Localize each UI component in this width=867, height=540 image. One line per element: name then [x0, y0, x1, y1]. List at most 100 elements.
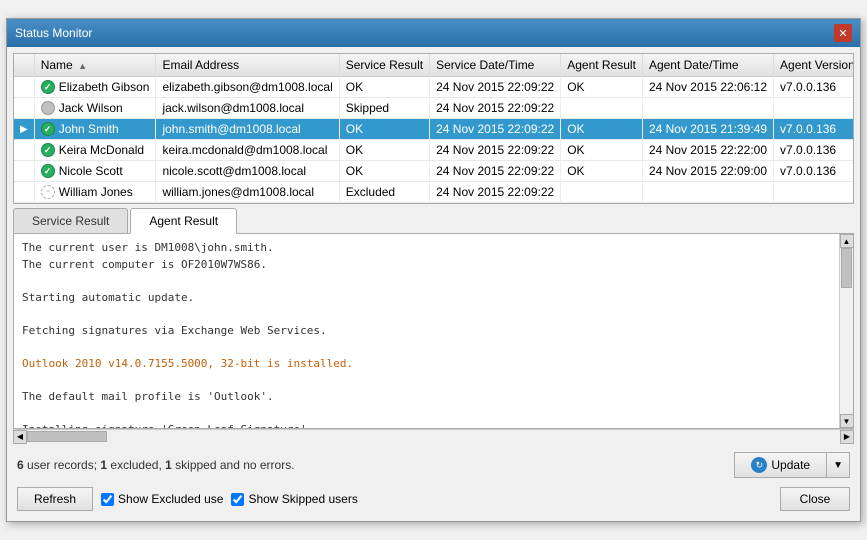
row-arrow	[14, 140, 34, 161]
users-table: Name ▲ Email Address Service Result Serv…	[14, 54, 854, 203]
update-icon: ↻	[751, 457, 767, 473]
scrollbar-h-track[interactable]	[27, 430, 840, 443]
update-dropdown-button[interactable]: ▼	[826, 452, 850, 478]
row-agentver	[774, 182, 854, 203]
row-arrow	[14, 182, 34, 203]
row-agentresult	[561, 98, 643, 119]
table-row[interactable]: ✓Nicole Scottnicole.scott@dm1008.localOK…	[14, 161, 854, 182]
window-body: Name ▲ Email Address Service Result Serv…	[7, 47, 860, 521]
refresh-button[interactable]: Refresh	[17, 487, 93, 511]
log-line	[22, 405, 831, 422]
users-table-container: Name ▲ Email Address Service Result Serv…	[13, 53, 854, 204]
col-header-agentver[interactable]: Agent Version	[774, 54, 854, 77]
row-email: jack.wilson@dm1008.local	[156, 98, 339, 119]
log-line	[22, 372, 831, 389]
table-row[interactable]: ✓ Keira McDonald keira.mcdonald@dm1008.loc…	[14, 140, 854, 161]
log-line	[22, 306, 831, 323]
col-header-agentdatetime[interactable]: Agent Date/Time	[642, 54, 773, 77]
log-line: Outlook 2010 v14.0.7155.5000, 32-bit is …	[22, 356, 831, 373]
row-name: ✓ Elizabeth Gibson	[34, 77, 156, 98]
row-agentver: v7.0.0.136	[774, 161, 854, 182]
status-icon: ✓	[41, 164, 55, 178]
tabs-area: Service Result Agent Result The current …	[13, 208, 854, 443]
row-svcdatetime: 24 Nov 2015 22:09:22	[430, 77, 561, 98]
row-name-text: William Jones	[59, 185, 133, 199]
row-agentresult: OK	[561, 119, 643, 140]
row-agentver: v7.0.0.136	[774, 140, 854, 161]
table-row[interactable]: ✓Elizabeth Gibsonelizabeth.gibson@dm1008…	[14, 77, 854, 98]
status-icon: ···	[41, 185, 55, 199]
update-btn-group: ↻ Update ▼	[734, 452, 850, 478]
row-name: ✓ Keira McDonald	[34, 140, 156, 161]
status-icon: ✓	[41, 80, 55, 94]
table-row[interactable]: ···William Joneswilliam.jones@dm1008.loc…	[14, 182, 854, 203]
table-row[interactable]: ▶✓John Smithjohn.smith@dm1008.localOK24 …	[14, 119, 854, 140]
row-name-text: Jack Wilson	[59, 101, 123, 115]
scrollbar-track[interactable]	[840, 248, 853, 414]
log-line: The current user is DM1008\john.smith.	[22, 240, 831, 257]
main-window: Status Monitor ✕ Name ▲ Email Address Se…	[6, 18, 861, 522]
table-body: ✓Elizabeth Gibsonelizabeth.gibson@dm1008…	[14, 77, 854, 203]
col-header-email[interactable]: Email Address	[156, 54, 339, 77]
update-button[interactable]: ↻ Update	[734, 452, 826, 478]
row-agentdatetime: 24 Nov 2015 21:39:49	[642, 119, 773, 140]
log-line: Starting automatic update.	[22, 290, 831, 307]
row-agentresult: OK	[561, 140, 643, 161]
row-arrow	[14, 161, 34, 182]
status-icon: ✓	[41, 122, 55, 136]
window-title: Status Monitor	[15, 26, 92, 40]
tab-service-result[interactable]: Service Result	[13, 208, 128, 233]
show-excluded-checkbox[interactable]	[101, 493, 114, 506]
row-name: ✓John Smith	[34, 119, 156, 140]
row-svcresult: Skipped	[339, 98, 429, 119]
row-svcresult: OK	[339, 119, 429, 140]
row-svcdatetime: 24 Nov 2015 22:09:22	[430, 119, 561, 140]
row-agentresult: OK	[561, 77, 643, 98]
row-name-text: Nicole Scott	[59, 164, 123, 178]
show-skipped-label[interactable]: Show Skipped users	[231, 492, 357, 506]
window-close-button[interactable]: ✕	[834, 24, 852, 42]
vertical-scrollbar[interactable]: ▲ ▼	[839, 234, 853, 428]
row-agentdatetime: 24 Nov 2015 22:22:00	[642, 140, 773, 161]
row-name: ✓ Nicole Scott	[34, 161, 156, 182]
table-row[interactable]: Jack Wilson jack.wilson@dm1008.localSkipp…	[14, 98, 854, 119]
row-svcresult: Excluded	[339, 182, 429, 203]
col-header-svcdatetime[interactable]: Service Date/Time	[430, 54, 561, 77]
status-text: 6 user records; 1 excluded, 1 skipped an…	[17, 458, 295, 472]
show-excluded-label[interactable]: Show Excluded use	[101, 492, 223, 506]
scrollbar-up-button[interactable]: ▲	[840, 234, 854, 248]
tab-agent-result[interactable]: Agent Result	[130, 208, 237, 234]
horizontal-scrollbar[interactable]: ◀ ▶	[13, 429, 854, 443]
scrollbar-right-button[interactable]: ▶	[840, 430, 854, 444]
row-agentresult: OK	[561, 161, 643, 182]
col-header-name[interactable]: Name ▲	[34, 54, 156, 77]
row-arrow	[14, 98, 34, 119]
row-svcdatetime: 24 Nov 2015 22:09:22	[430, 98, 561, 119]
row-agentdatetime	[642, 182, 773, 203]
row-name-text: Keira McDonald	[59, 143, 144, 157]
row-agentdatetime: 24 Nov 2015 22:06:12	[642, 77, 773, 98]
log-area[interactable]: The current user is DM1008\john.smith. Th…	[14, 234, 839, 428]
status-icon: ✓	[41, 143, 55, 157]
log-line: The default mail profile is 'Outlook'.	[22, 389, 831, 406]
row-email: keira.mcdonald@dm1008.local	[156, 140, 339, 161]
row-agentresult	[561, 182, 643, 203]
row-svcdatetime: 24 Nov 2015 22:09:22	[430, 182, 561, 203]
show-skipped-checkbox[interactable]	[231, 493, 244, 506]
row-name: Jack Wilson	[34, 98, 156, 119]
scrollbar-h-thumb[interactable]	[27, 431, 107, 442]
row-name-text: Elizabeth Gibson	[59, 80, 150, 94]
row-email: nicole.scott@dm1008.local	[156, 161, 339, 182]
row-svcresult: OK	[339, 77, 429, 98]
scrollbar-left-button[interactable]: ◀	[13, 430, 27, 444]
col-header-svcresult[interactable]: Service Result	[339, 54, 429, 77]
row-agentver: v7.0.0.136	[774, 77, 854, 98]
close-button[interactable]: Close	[780, 487, 850, 511]
row-name: ··· William Jones	[34, 182, 156, 203]
col-header-agentresult[interactable]: Agent Result	[561, 54, 643, 77]
row-svcresult: OK	[339, 161, 429, 182]
title-bar: Status Monitor ✕	[7, 19, 860, 47]
scrollbar-down-button[interactable]: ▼	[840, 414, 854, 428]
scrollbar-thumb[interactable]	[841, 248, 852, 288]
row-email: john.smith@dm1008.local	[156, 119, 339, 140]
